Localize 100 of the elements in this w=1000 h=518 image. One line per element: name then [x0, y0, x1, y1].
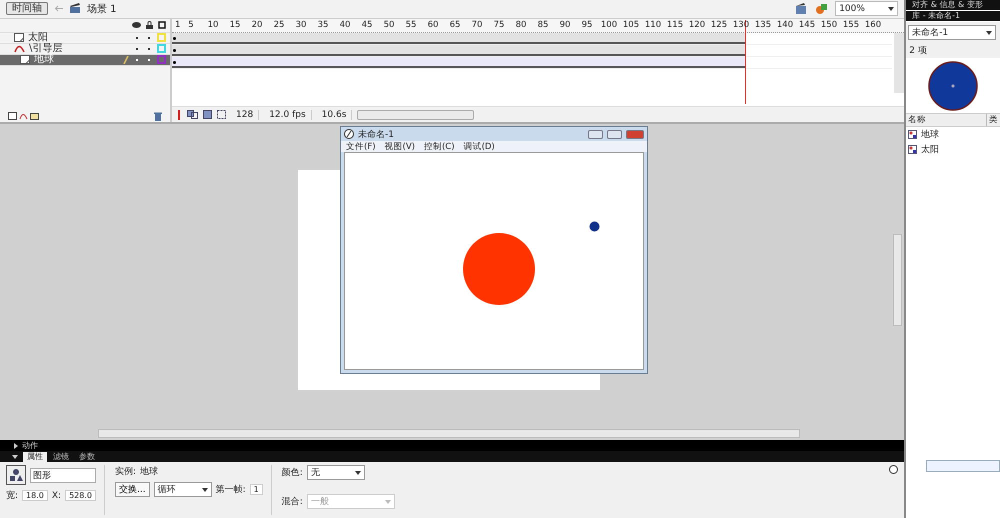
help-icon[interactable]: [889, 465, 898, 474]
earth-symbol-preview: [928, 60, 978, 110]
tween-span[interactable]: [172, 44, 745, 56]
frame-number: 20: [250, 20, 264, 30]
frame-number: 65: [448, 20, 462, 30]
dropdown-arrow-icon: [202, 488, 208, 492]
scrollbar[interactable]: [98, 429, 800, 438]
tween-span[interactable]: [172, 56, 745, 68]
lock-icon[interactable]: [146, 21, 153, 30]
frame-number: 35: [316, 20, 330, 30]
frame-number: 140: [776, 20, 794, 30]
frame-number: 50: [382, 20, 396, 30]
x-label: X:: [52, 490, 62, 501]
eye-icon[interactable]: [132, 22, 141, 28]
zoom-dropdown[interactable]: 100%: [835, 1, 898, 16]
x-field[interactable]: 528.0: [65, 490, 96, 502]
menu-item[interactable]: 文件(F): [346, 140, 376, 153]
panel-tab[interactable]: 属性: [23, 452, 47, 462]
frame-number: 15: [228, 20, 242, 30]
menu-item[interactable]: 视图(V): [384, 140, 415, 153]
library-item[interactable]: 太阳: [906, 142, 1000, 157]
layer-color-swatch[interactable]: [157, 44, 166, 54]
tween-span[interactable]: [172, 32, 745, 44]
scrollbar[interactable]: [894, 32, 904, 93]
width-field[interactable]: 18.0: [22, 490, 48, 502]
color-dropdown[interactable]: 无: [306, 465, 365, 480]
width-label: 宽:: [6, 490, 18, 502]
layer-color-swatch[interactable]: [157, 55, 166, 64]
frame-number: 1: [175, 20, 180, 30]
frame-rate[interactable]: 12.0 fps: [264, 110, 312, 120]
layer-icon: [14, 33, 24, 42]
trash-icon[interactable]: [154, 112, 162, 121]
column-header[interactable]: 名称: [906, 114, 988, 126]
graphic-symbol-icon: [908, 145, 918, 154]
first-frame-field[interactable]: 1: [250, 484, 263, 496]
frame-number: 160: [864, 20, 882, 30]
frame-number: 30: [294, 20, 308, 30]
frame-number: 75: [492, 20, 506, 30]
add-guide-icon[interactable]: [19, 112, 28, 120]
frame-number: 155: [842, 20, 860, 30]
panel-header[interactable]: 库 - 未命名-1: [906, 11, 1000, 21]
layer-name: 太阳: [28, 32, 48, 43]
frame-number: 70: [470, 20, 484, 30]
frame-number: 55: [404, 20, 418, 30]
menu-item[interactable]: 调试(D): [464, 140, 495, 153]
frame-number: 105: [622, 20, 640, 30]
edit-frames-icon[interactable]: [203, 110, 212, 120]
actions-panel-header[interactable]: 动作: [0, 440, 904, 452]
new-layer-icon[interactable]: [8, 112, 17, 120]
frame-number: 90: [558, 20, 572, 30]
maximize-button[interactable]: [607, 130, 622, 139]
layer-row[interactable]: 太阳: [0, 32, 170, 44]
frame-number: 125: [710, 20, 728, 30]
earth-dot: [589, 221, 600, 232]
frame-number: 100: [600, 20, 618, 30]
center-frame-icon[interactable]: [176, 110, 182, 120]
panel-tab[interactable]: 参数: [75, 452, 99, 462]
panel-tab[interactable]: 滤镜: [49, 452, 73, 462]
scrollbar[interactable]: [357, 110, 474, 120]
player-icon: [344, 129, 354, 140]
frame-number: 120: [688, 20, 706, 30]
layer-row[interactable]: 地球: [0, 54, 170, 66]
timeline-button[interactable]: 时间轴: [6, 2, 48, 16]
blend-label: 混合:: [282, 496, 303, 508]
frame-number: 40: [338, 20, 352, 30]
onion-skin-icon[interactable]: [187, 110, 198, 120]
frame-number: 60: [426, 20, 440, 30]
expanded-arrow-icon[interactable]: [12, 454, 18, 459]
loop-dropdown[interactable]: 循环: [154, 482, 212, 498]
scrollbar[interactable]: [893, 234, 902, 326]
layer-name: 地球: [34, 54, 54, 65]
marker-icon[interactable]: [217, 110, 226, 120]
dropdown-arrow-icon: [384, 500, 391, 504]
frame-number: 115: [666, 20, 684, 30]
library-dropdown[interactable]: 未命名-1: [908, 25, 996, 40]
minimize-button[interactable]: [588, 130, 603, 139]
column-header[interactable]: 类: [987, 114, 998, 126]
color-label: 颜色:: [282, 466, 303, 480]
shapes-icon[interactable]: [815, 2, 830, 15]
library-item[interactable]: 地球: [906, 127, 1000, 142]
first-frame-label: 第一帧:: [216, 484, 246, 496]
close-button[interactable]: [626, 130, 644, 139]
frame-number: 135: [754, 20, 772, 30]
collapsed-arrow-icon: [14, 442, 18, 449]
symbol-type-dropdown[interactable]: 图形: [30, 468, 96, 483]
frame-number: 150: [820, 20, 838, 30]
window-title: 未命名-1: [358, 128, 394, 141]
item-count: 2 项: [906, 43, 1000, 58]
folder-icon[interactable]: [30, 112, 39, 120]
input-method-bar[interactable]: [926, 460, 1000, 472]
instance-label: 实例:: [115, 466, 136, 478]
outline-icon[interactable]: [158, 21, 166, 30]
menu-item[interactable]: 控制(C): [424, 140, 455, 153]
clapper-icon: [69, 3, 81, 14]
instance-name: 地球: [140, 466, 158, 478]
frame-number: 110: [644, 20, 662, 30]
pencil-icon: [123, 56, 129, 64]
frame-number: 80: [514, 20, 528, 30]
swap-button[interactable]: 交换...: [115, 482, 150, 498]
panel-header[interactable]: 对齐 & 信息 & 变形: [906, 0, 1000, 10]
